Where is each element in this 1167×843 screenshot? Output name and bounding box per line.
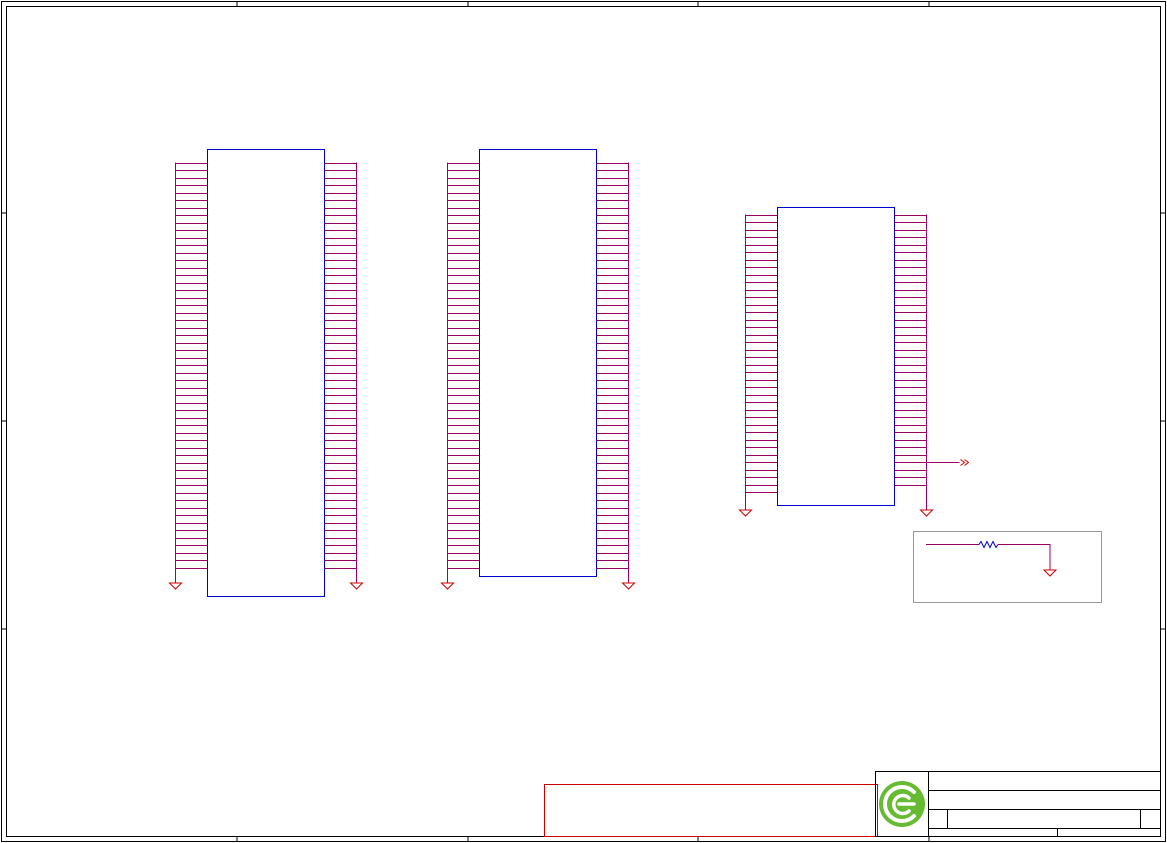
resistor-group-box [913, 531, 1102, 603]
component-body [777, 207, 895, 506]
right-pins [596, 163, 629, 569]
ground-symbol-right [621, 582, 636, 590]
ground-symbol-right [919, 509, 934, 517]
component-body [479, 149, 597, 577]
ground-symbol-left [168, 582, 183, 590]
components-layer [168, 149, 970, 597]
resistor-symbol [978, 540, 999, 549]
component-u3 [738, 207, 970, 517]
schematic-sheet [0, 0, 1167, 843]
left-pins [745, 215, 778, 493]
component-u2 [440, 149, 636, 590]
resistor-wire-right [998, 544, 1051, 570]
component-body [207, 149, 325, 597]
ground-symbol-resistor [1042, 566, 1058, 577]
right-pins [324, 163, 357, 569]
ground-symbol-right [349, 582, 364, 590]
component-u1 [168, 149, 364, 597]
circular-e-logo-icon [879, 781, 925, 827]
sheet-frame [1, 1, 1166, 842]
off-sheet-arrow-icon [960, 459, 970, 466]
right-pins [894, 215, 927, 486]
schematic-canvas [1, 1, 1166, 842]
notes-box [544, 784, 878, 837]
resistor-group [913, 531, 1102, 603]
ground-symbol-left [440, 582, 455, 590]
left-pins [175, 163, 208, 569]
left-pins [447, 163, 480, 569]
ground-symbol-left [738, 509, 753, 517]
